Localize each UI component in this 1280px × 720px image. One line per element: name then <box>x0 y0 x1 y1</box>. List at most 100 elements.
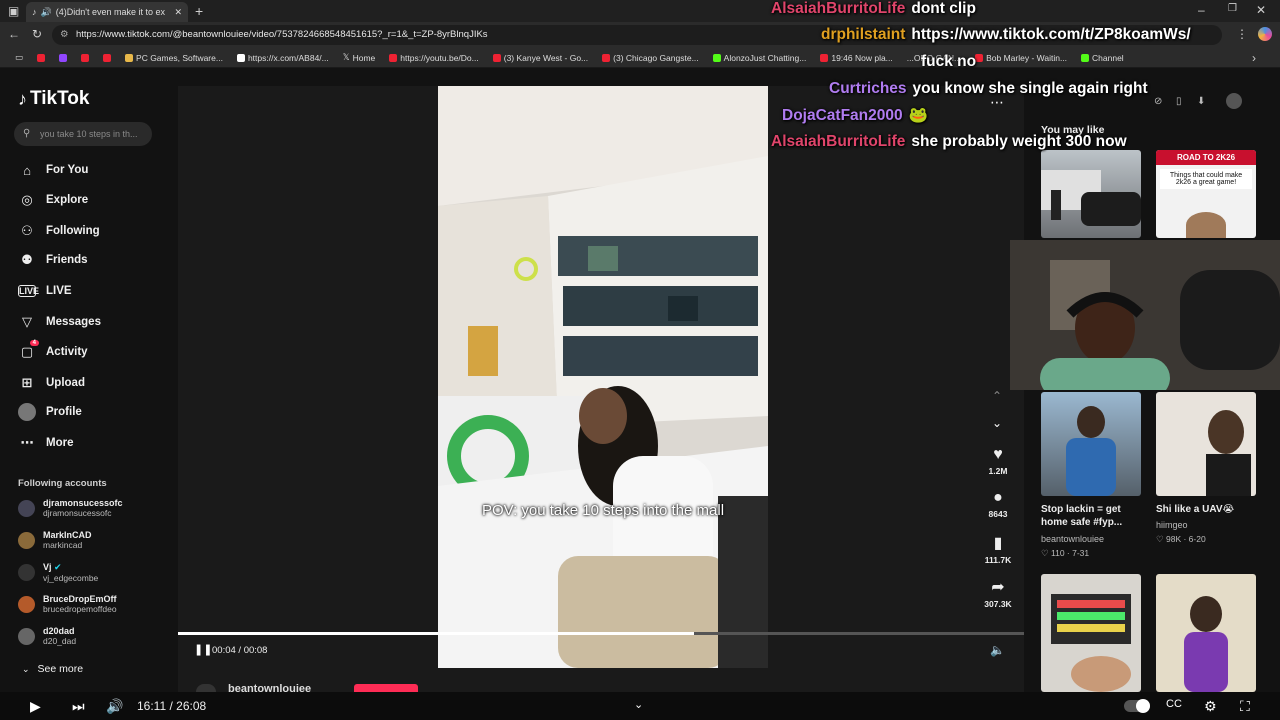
autoplay-toggle[interactable] <box>1124 699 1150 713</box>
nav-for-you[interactable]: ⌂ For You <box>18 158 88 182</box>
bookmark-twitch-icon[interactable] <box>52 53 74 62</box>
nav-friends[interactable]: ⚉ Friends <box>18 248 87 272</box>
browser-tab[interactable]: ♪ 🔊 (4)Didn't even make it to ex ✕ <box>26 2 188 22</box>
new-tab-icon[interactable]: + <box>195 3 203 19</box>
nav-explore[interactable]: ◎ Explore <box>18 188 88 212</box>
tiktok-note-icon: ♪ <box>18 88 27 109</box>
follow-button[interactable] <box>354 684 418 692</box>
close-tab-icon[interactable]: ✕ <box>174 7 182 18</box>
share-button[interactable]: ➦ 307.3K <box>984 577 1012 609</box>
more-icon: ⋯ <box>20 435 34 450</box>
bookmark-item[interactable]: AlonzoJust Chatting... <box>706 53 814 63</box>
bookmark-youtube-icon[interactable] <box>30 53 52 62</box>
verified-icon: ✔ <box>54 562 62 572</box>
like-button[interactable]: ♥ 1.2M <box>984 446 1012 476</box>
settings-icon[interactable]: ⚙ <box>1204 698 1217 715</box>
chevron-down-icon[interactable]: ⌄ <box>992 416 1002 430</box>
next-icon[interactable]: ⏭ <box>72 698 85 715</box>
menu-icon[interactable]: ⋮ <box>1236 27 1248 41</box>
video-time: 00:04 / 00:08 <box>212 645 268 656</box>
bookmark-item[interactable]: Bob Marley - Waitin... <box>968 53 1074 63</box>
video-progress-bar[interactable] <box>178 632 1024 635</box>
suggestion-author[interactable]: hiimgeo <box>1156 520 1188 530</box>
heart-outline-icon: ♡ <box>1156 534 1164 544</box>
chat-message: fuck no <box>921 53 977 70</box>
tiktok-sidebar: ♪ TikTok ⚲ you take 10 steps in th... ⌂ F… <box>0 68 178 692</box>
video-frame[interactable]: POV: you take 10 steps into the mall <box>438 86 768 668</box>
tiktok-favicon-icon: ♪ <box>32 7 37 17</box>
audio-icon[interactable]: 🔊 <box>41 7 52 18</box>
tab-actions-icon[interactable]: ▣ <box>8 4 19 18</box>
bookmark-item[interactable]: https://youtu.be/Do... <box>382 53 485 63</box>
search-input[interactable]: ⚲ you take 10 steps in th... <box>14 122 152 146</box>
nav-upload[interactable]: ⊞ Upload <box>18 371 85 395</box>
streamer-webcam <box>1010 240 1280 390</box>
avatar <box>18 499 35 517</box>
fullscreen-icon[interactable]: ⛶ <box>1240 698 1250 715</box>
bookmark-youtube-icon[interactable] <box>96 53 118 62</box>
site-info-icon[interactable]: ⚙ <box>60 25 69 45</box>
bookmark-item[interactable]: Channel <box>1074 53 1131 63</box>
video-player[interactable]: POV: you take 10 steps into the mall ⋯ ⌃… <box>178 86 1024 695</box>
minimize-icon[interactable]: – <box>1198 3 1205 17</box>
comment-button[interactable]: ● 8643 <box>984 489 1012 519</box>
following-account[interactable]: djramonsucessofc djramonsucessofc <box>18 498 123 518</box>
nav-following[interactable]: ⚇ Following <box>18 219 99 243</box>
window-close-icon[interactable]: ✕ <box>1256 3 1266 17</box>
chat-message: DojaCatFan2000 🐸 <box>782 107 928 124</box>
nav-live[interactable]: LIVE LIVE <box>18 279 72 303</box>
following-account[interactable]: BruceDropEmOff brucedropemoffdeo <box>18 594 117 614</box>
user-avatar[interactable] <box>1226 93 1242 109</box>
comment-icon: ● <box>993 489 1003 506</box>
suggestion-thumbnail[interactable] <box>1156 574 1256 692</box>
nav-profile[interactable]: Profile <box>18 400 82 424</box>
browser-tab-bar: ▣ ♪ 🔊 (4)Didn't even make it to ex ✕ + –… <box>0 0 1280 22</box>
suggestion-thumbnail[interactable] <box>1041 574 1141 692</box>
restore-icon[interactable]: ❐ <box>1228 3 1237 14</box>
following-account[interactable]: MarkInCAD markincad <box>18 530 92 550</box>
chevron-up-icon[interactable]: ⌃ <box>992 389 1002 403</box>
reload-icon[interactable]: ↻ <box>32 27 42 41</box>
following-account[interactable]: Vj ✔ vj_edgecombe <box>18 562 98 583</box>
nav-activity[interactable]: ▢ 4 Activity <box>18 340 88 364</box>
bookmark-item[interactable]: (3) Kanye West - Go... <box>486 53 595 63</box>
chat-message: AlsaiahBurritoLife she probably weight 30… <box>771 133 1127 150</box>
chevron-right-icon[interactable]: › <box>1252 51 1256 65</box>
bookmark-item[interactable]: https://x.com/AB84/... <box>230 53 336 63</box>
following-account[interactable]: d20dad d20_dad <box>18 626 76 646</box>
pause-icon[interactable]: ❚❚ <box>194 643 212 656</box>
volume-icon[interactable]: 🔊 <box>106 698 123 715</box>
author-avatar[interactable] <box>196 684 216 692</box>
copilot-icon[interactable] <box>1258 27 1272 41</box>
captions-icon[interactable]: CC <box>1166 698 1182 710</box>
suggestion-title[interactable]: Shi like a UAV😭 <box>1156 503 1261 516</box>
extension-icon[interactable]: ⊘ <box>1154 96 1162 107</box>
bookmark-item[interactable]: 𝕏 Home <box>336 52 383 63</box>
chat-message: Curtriches you know she single again righ… <box>829 80 1148 97</box>
download-icon[interactable]: ⬇ <box>1197 96 1205 107</box>
chevron-down-icon[interactable]: ⌄ <box>634 698 643 711</box>
play-icon[interactable]: ▶ <box>30 698 41 715</box>
suggestion-thumbnail[interactable]: ROAD TO 2K26 Things that could make 2k26… <box>1156 150 1256 238</box>
save-button[interactable]: ▮ 111.7K <box>984 533 1012 565</box>
bookmark-youtube-icon[interactable] <box>74 53 96 62</box>
suggestion-thumbnail[interactable] <box>1041 150 1141 238</box>
tiktok-logo[interactable]: ♪ TikTok <box>18 88 89 110</box>
profile-avatar <box>18 403 36 421</box>
inbox-icon: ▢ 4 <box>18 340 39 360</box>
suggestion-thumbnail[interactable] <box>1156 392 1256 496</box>
bookmark-item[interactable]: PC Games, Software... <box>118 53 230 63</box>
suggestion-author[interactable]: beantownlouiee <box>1041 534 1104 544</box>
nav-more[interactable]: ⋯ More <box>18 431 74 455</box>
suggestion-stats: ♡ 110 · 7-31 <box>1041 548 1090 558</box>
back-icon[interactable]: ← <box>8 27 20 41</box>
volume-icon[interactable]: 🔈 <box>990 643 1005 657</box>
suggestion-thumbnail[interactable] <box>1041 392 1141 496</box>
bookmark-item[interactable]: 19:46 Now pla... <box>813 53 899 63</box>
see-more-button[interactable]: ⌄ See more <box>22 657 83 681</box>
suggestion-title[interactable]: Stop lackin = get home safe #fyp... <box>1041 503 1146 529</box>
nav-messages[interactable]: ▽ Messages <box>18 310 101 334</box>
bookmark-apps-icon[interactable]: ▭ <box>8 52 30 63</box>
phone-icon[interactable]: ▯ <box>1176 96 1182 107</box>
bookmark-item[interactable]: (3) Chicago Gangste... <box>595 53 706 63</box>
